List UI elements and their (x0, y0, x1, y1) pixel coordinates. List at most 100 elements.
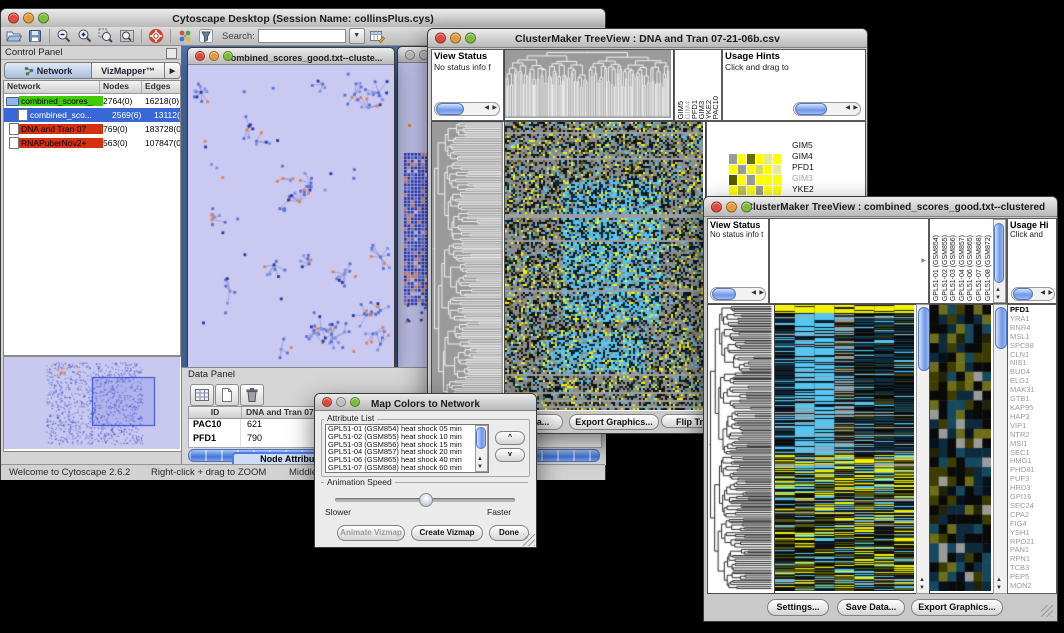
tv2-save-data-button[interactable]: Save Data... (837, 599, 905, 616)
zoom-in-icon[interactable] (76, 28, 94, 44)
help-lifesaver-icon[interactable] (147, 28, 165, 44)
close-button[interactable] (322, 397, 332, 407)
minimize-button[interactable] (450, 33, 461, 44)
attribute-browser-icon[interactable] (368, 28, 386, 44)
tv2-column-label[interactable]: GPL51-02 (GSM855) (942, 235, 951, 301)
tv1-gene-label[interactable]: GIM4 (792, 151, 818, 162)
scroll-right-icon[interactable]: ▶ (759, 290, 764, 297)
tv2-gene-label[interactable]: MON2 (1010, 582, 1056, 591)
move-up-button[interactable]: ^ (495, 431, 525, 445)
network-view[interactable] (189, 65, 393, 367)
tab-vizmapper[interactable]: VizMapper™ (92, 62, 165, 79)
col-edges[interactable]: Edges (142, 81, 178, 93)
save-icon[interactable] (26, 28, 44, 44)
scroll-up-icon[interactable]: ▲ (996, 577, 1002, 584)
tv2-column-label[interactable]: GPL51-07 (GSM868) (976, 235, 985, 301)
zoom-window-button[interactable] (223, 51, 233, 61)
tv2-column-label[interactable]: GPL51-06 (GSM865) (967, 235, 976, 301)
scroll-right-icon[interactable]: ▶ (492, 105, 497, 112)
close-button[interactable] (195, 51, 205, 61)
table-mode-button[interactable] (190, 384, 214, 406)
tv1-status-hscrollbar[interactable]: ◀ ▶ (434, 102, 500, 116)
attribute-list[interactable]: GPL51-01 (GSM854) heat shock 05 minGPL51… (325, 424, 489, 473)
scrollbar-thumb[interactable] (994, 223, 1004, 283)
tv1-gene-label[interactable]: PFD1 (792, 162, 818, 173)
treeview2-titlebar[interactable]: ClusterMaker TreeView : combined_scores_… (704, 197, 1057, 217)
network-window-1-titlebar[interactable]: combined_scores_good.txt--cluste... (188, 48, 394, 65)
col-nodes[interactable]: Nodes (100, 81, 142, 93)
zoom-window-button[interactable] (38, 13, 49, 24)
tv1-gene-label[interactable]: GIM5 (792, 140, 818, 151)
scroll-left-icon[interactable]: ◀ (751, 290, 756, 297)
tab-network[interactable]: Network (4, 62, 92, 79)
scrollbar-thumb[interactable] (436, 103, 464, 115)
col-network[interactable]: Network (4, 81, 100, 93)
scroll-down-icon[interactable]: ▼ (477, 464, 483, 471)
scrollbar-thumb[interactable] (476, 427, 486, 449)
birdseye-view[interactable] (4, 357, 180, 449)
zoom-fit-icon[interactable] (118, 28, 136, 44)
tv2-usage-hscrollbar[interactable]: ◀ ▶ (1011, 287, 1055, 301)
animate-vizmap-button[interactable]: Animate Vizmap (337, 525, 405, 541)
move-down-button[interactable]: v (495, 448, 525, 462)
scroll-right-icon[interactable]: ▶ (853, 105, 858, 112)
open-file-icon[interactable] (5, 28, 23, 44)
create-vizmap-button[interactable]: Create Vizmap (411, 525, 483, 541)
scrollbar-thumb[interactable] (712, 288, 736, 300)
filter-icon[interactable] (197, 28, 215, 44)
scroll-up-icon[interactable]: ▲ (919, 577, 925, 584)
tv2-row-dendrogram[interactable] (708, 305, 773, 591)
tv1-column-label[interactable]: PAC10 (712, 96, 719, 119)
scroll-up-icon[interactable]: ▲ (477, 456, 483, 463)
close-button[interactable] (711, 201, 722, 212)
network-tree-row[interactable]: combined_sco...2569(6)13112(15) (4, 108, 180, 122)
tv2-column-label[interactable]: GPL51-03 (GSM856) (950, 235, 959, 301)
scroll-left-icon[interactable]: ◀ (845, 105, 850, 112)
scroll-right-icon[interactable]: ▶ (1048, 290, 1053, 297)
tv2-status-hscrollbar[interactable]: ◀ ▶ (710, 287, 766, 301)
scrollbar-thumb[interactable] (1013, 288, 1033, 300)
resize-grip[interactable] (1041, 605, 1053, 617)
tv1-usage-hscrollbar[interactable]: ◀ ▶ (793, 102, 861, 116)
scrollbar-thumb[interactable] (995, 307, 1007, 349)
scroll-left-icon[interactable]: ◀ (1040, 290, 1045, 297)
speed-slider-thumb[interactable] (419, 493, 433, 507)
resize-grip[interactable] (523, 534, 535, 546)
float-panel-icon[interactable] (166, 48, 177, 59)
scroll-left-icon[interactable]: ◀ (484, 105, 489, 112)
tv2-column-label[interactable]: GPL51-01 (GSM854) (933, 235, 942, 301)
network-tree-row[interactable]: combined_scores_2764(0)16218(0) (4, 94, 180, 108)
attribute-list-vscrollbar[interactable]: ▲ ▼ (475, 425, 488, 472)
treeview1-titlebar[interactable]: ClusterMaker TreeView : DNA and Tran 07-… (428, 29, 867, 48)
tv2-column-dendrogram-area[interactable]: ▶ (769, 218, 929, 304)
vizmapper-icon[interactable] (176, 28, 194, 44)
tv2-global-heatmap[interactable] (775, 305, 914, 591)
attribute-list-item[interactable]: GPL51-07 (GSM868) heat shock 60 min (326, 464, 477, 472)
tv2-settings-button[interactable]: Settings... (767, 599, 829, 616)
dialog-titlebar[interactable]: Map Colors to Network (315, 394, 536, 411)
zoom-out-icon[interactable] (55, 28, 73, 44)
tv2-column-label[interactable]: GPL51-08 (GSM872) (985, 235, 994, 301)
minimize-button[interactable] (726, 201, 737, 212)
scroll-up-icon[interactable]: ▲ (995, 287, 1001, 294)
zoom-selected-icon[interactable] (97, 28, 115, 44)
close-button[interactable] (405, 50, 415, 60)
birdseye-panel[interactable] (3, 356, 183, 452)
tv1-gene-label[interactable]: GIM3 (792, 173, 818, 184)
zoom-window-button[interactable] (350, 397, 360, 407)
tv2-collabel-vscrollbar[interactable]: ▲ ▼ (993, 219, 1006, 303)
expand-arrow-icon[interactable]: ▶ (921, 257, 926, 264)
search-dropdown-button[interactable]: ▼ (349, 28, 365, 44)
search-input[interactable] (258, 29, 346, 43)
tv1-row-dendrogram[interactable] (432, 122, 503, 410)
minimize-button[interactable] (209, 51, 219, 61)
close-button[interactable] (8, 13, 19, 24)
zoom-window-button[interactable] (465, 33, 476, 44)
network-tree-row[interactable]: RNAPuberNov2+563(0)107847(0) (4, 136, 180, 150)
tv2-export-graphics-button[interactable]: Export Graphics... (911, 599, 1003, 616)
tv1-gene-label[interactable]: YKE2 (792, 184, 818, 195)
tv1-global-heatmap[interactable] (505, 122, 703, 410)
new-attribute-button[interactable] (215, 384, 239, 406)
scroll-down-icon[interactable]: ▼ (995, 295, 1001, 302)
tv1-column-dendrogram[interactable] (505, 50, 671, 118)
